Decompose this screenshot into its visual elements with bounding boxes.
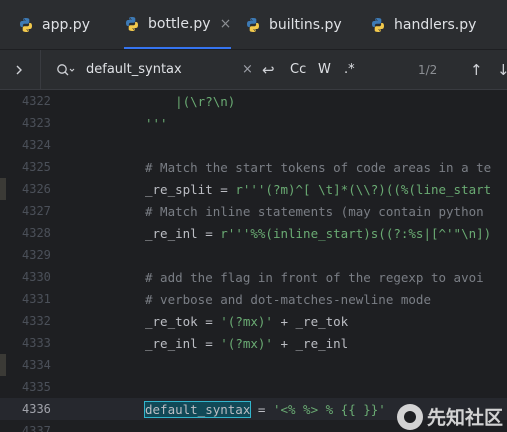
previous-occurrence-icon[interactable]: ↑ [470,50,483,89]
code-line[interactable]: 4328 _re_inl = r'''%%(inline_start)s((?:%… [0,222,507,244]
code-token: r'''%%(inline_start)s((?:%s|[^'"\n]) [220,225,492,241]
tab-app-py[interactable]: app.py [18,0,90,49]
code-token: _re_tok [145,313,198,329]
code-line[interactable]: 4324 [0,134,507,156]
code-token: = [197,225,221,241]
code-token: ''' [145,115,168,131]
gutter-change-marker [0,354,6,376]
line-number: 4334 [22,358,51,372]
regex-toggle[interactable]: .* [344,50,355,89]
code-token: = [197,335,221,351]
line-number: 4326 [22,182,51,196]
next-occurrence-icon[interactable]: ↓ [497,50,507,89]
line-number: 4329 [22,248,51,262]
code-text: _re_inl = '(?mx)' + _re_inl [145,336,348,351]
code-line[interactable]: 4334 [0,354,507,376]
code-line[interactable]: 4325 # Match the start tokens of code are… [0,156,507,178]
code-line[interactable]: 4322 |(\r?\n) [0,90,507,112]
code-token: # verbose and dot-matches-newline mode [145,291,431,307]
code-text: default_syntax = '<% %> % {{ }}' [143,400,386,418]
code-text: # verbose and dot-matches-newline mode [145,292,431,307]
code-editor[interactable]: 4322 |(\r?\n) 4323 ''' 4324 4325 # Match the … [0,90,507,432]
tab-bottle-py[interactable]: bottle.py × [124,0,232,49]
line-number: 4322 [22,94,51,108]
code-token: + _re_inl [272,335,349,351]
line-number: 4333 [22,336,51,350]
code-text: ''' [145,116,168,131]
line-number: 4323 [22,116,51,130]
watermark-logo: 先知社区 [396,403,503,430]
code-token: # Match the start tokens of code areas i… [145,159,492,175]
code-line[interactable]: 4326 _re_split = r'''(?m)^[ \t]*(\\?)((%(… [0,178,507,200]
code-text: _re_split = r'''(?m)^[ \t]*(\\?)((%(line… [145,182,491,197]
code-token: _re_inl [145,335,198,351]
search-match: default_syntax [143,400,252,418]
line-number: 4337 [22,424,51,432]
code-token: |(\r?\n) [145,93,236,109]
line-number: 4331 [22,292,51,306]
python-file-icon [247,17,259,32]
line-number: 4332 [22,314,51,328]
code-token: _re_inl [145,225,198,241]
line-number: 4325 [22,160,51,174]
code-token: '(?mx)' [220,335,273,351]
line-number: 4327 [22,204,51,218]
line-number: 4336 [22,402,51,416]
find-bar-divider [40,50,41,89]
watermark-text: 先知社区 [426,407,503,429]
code-line[interactable]: 4323 ''' [0,112,507,134]
code-text: |(\r?\n) [145,94,235,109]
code-token: '(?mx)' [220,313,273,329]
python-file-icon [372,17,384,32]
tab-label: bottle.py [148,15,211,32]
code-line[interactable]: 4331 # verbose and dot-matches-newline mo… [0,288,507,310]
expand-replace-chevron-icon[interactable] [14,50,24,89]
code-token: # Match inline statements (may contain p… [145,203,484,219]
line-number: 4335 [22,380,51,394]
code-token: + _re_tok [272,313,349,329]
tab-handlers-py[interactable]: handlers.py [370,0,476,49]
code-token: # add the flag in front of the regexp to… [145,269,484,285]
code-token: = [197,313,221,329]
line-number: 4330 [22,270,51,284]
code-token: r'''(?m)^[ \t]*(\\?)((%(line_start [235,181,492,197]
code-token: _re_split [145,181,213,197]
code-token: = [250,401,273,417]
python-file-icon [126,16,138,31]
close-tab-icon[interactable]: × [220,16,232,32]
find-bar: default_syntax × ↩ Cc W .* 1/2 ↑ ↓ [0,50,507,90]
new-line-icon[interactable]: ↩ [262,50,275,89]
code-text: _re_tok = '(?mx)' + _re_tok [145,314,348,329]
code-line[interactable]: 4332 _re_tok = '(?mx)' + _re_tok [0,310,507,332]
editor-tab-bar: app.py bottle.py × builtins.py handlers.… [0,0,507,50]
search-input[interactable]: default_syntax [86,50,236,89]
code-line[interactable]: 4327 # Match inline statements (may conta… [0,200,507,222]
tab-builtins-py[interactable]: builtins.py [245,0,342,49]
search-history-icon[interactable] [56,50,76,89]
tab-label: handlers.py [394,16,477,33]
clear-search-icon[interactable]: × [242,50,253,89]
code-text: _re_inl = r'''%%(inline_start)s((?:%s|[^… [145,226,491,241]
whole-words-toggle[interactable]: W [318,50,331,89]
code-line[interactable]: 4330 # add the flag in front of the regex… [0,266,507,288]
line-number: 4328 [22,226,51,240]
code-text: # add the flag in front of the regexp to… [145,270,484,285]
tab-label: app.py [42,16,90,33]
code-token: = [212,181,236,197]
match-count: 1/2 [418,62,438,77]
code-line[interactable]: 4329 [0,244,507,266]
code-text: # Match inline statements (may contain p… [145,204,484,219]
watermark-logo-icon [396,403,423,430]
code-line[interactable]: 4333 _re_inl = '(?mx)' + _re_inl [0,332,507,354]
code-token: '<% %> % {{ }}' [272,401,386,417]
python-file-icon [20,17,32,32]
gutter-change-marker [0,178,6,200]
tab-label: builtins.py [269,16,342,33]
code-line[interactable]: 4335 [0,376,507,398]
code-text: # Match the start tokens of code areas i… [145,160,491,175]
line-number: 4324 [22,138,51,152]
match-case-toggle[interactable]: Cc [290,50,306,89]
